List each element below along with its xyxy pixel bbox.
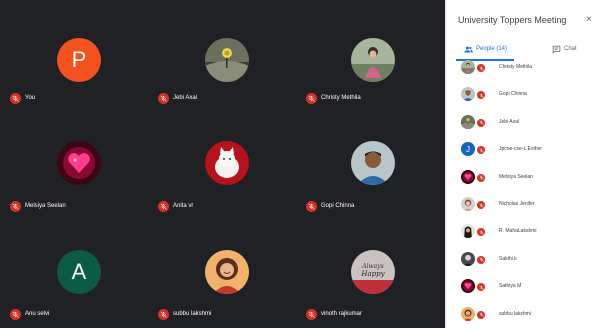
participant-tile[interactable]: A Anu selvi: [0, 216, 148, 324]
participant-avatar: P: [57, 38, 101, 82]
participant-tile[interactable]: Anita vr: [148, 108, 296, 216]
participant-avatar: A: [57, 250, 101, 294]
participant-row[interactable]: Gopi Chinna: [446, 83, 592, 105]
participant-tile[interactable]: Gopi Chinna: [296, 108, 444, 216]
participant-list-avatar: [461, 197, 475, 211]
participant-name: Christy Methila: [321, 95, 361, 101]
mic-off-icon: [158, 308, 169, 320]
meeting-title: University Toppers Meeting: [458, 15, 567, 25]
participant-row[interactable]: Sakthi.k: [446, 248, 592, 270]
participant-tile[interactable]: Jebi Axal: [148, 0, 296, 108]
participant-list-avatar: [461, 114, 475, 129]
participant-tile[interactable]: Always Happy vinoth rajkumar: [296, 216, 444, 324]
participant-tile[interactable]: Melsiya Seelan: [0, 108, 148, 216]
participant-name-tag: Gopi Chinna: [306, 200, 354, 212]
participant-list-name: Christy Methila: [499, 64, 533, 70]
participant-list-avatar: [461, 169, 475, 184]
participant-list-avatar: [461, 251, 475, 266]
participant-list-name: subbu lakshmi: [499, 310, 531, 317]
mic-off-icon: [477, 64, 485, 72]
participant-list-avatar: J: [461, 142, 475, 157]
participant-row[interactable]: Jebi Axal: [446, 111, 592, 133]
video-grid: P You Jebi Axal Christy Methila Melsiya …: [0, 0, 445, 328]
participant-list-avatar: [461, 224, 475, 239]
participant-name-tag: Christy Methila: [306, 92, 361, 104]
side-panel: University Toppers Meeting × People (14)…: [445, 0, 592, 328]
participant-name: subbu lakshmi: [173, 311, 212, 317]
participant-avatar: [351, 141, 395, 185]
participant-name-tag: Anu selvi: [10, 308, 49, 320]
participant-avatar: [351, 38, 395, 82]
participant-list-name: Jebi Axal: [499, 118, 520, 125]
mic-off-icon: [10, 92, 21, 104]
participant-list-name: Sakthi.k: [499, 255, 517, 262]
participant-tile[interactable]: subbu lakshmi: [148, 216, 296, 324]
participant-list-avatar: [461, 279, 475, 294]
participant-name-tag: You: [10, 92, 35, 104]
participant-name-tag: Anita vr: [158, 200, 193, 212]
svg-text:Happy: Happy: [360, 270, 385, 278]
svg-text:Always: Always: [361, 263, 383, 270]
mic-off-icon: [477, 146, 485, 155]
tab-chat-label: Chat: [564, 46, 577, 52]
mic-off-icon: [477, 91, 485, 100]
participant-name: Anu selvi: [25, 311, 50, 317]
participant-list-name: Gopi Chinna: [499, 91, 527, 98]
participant-list-avatar: [461, 60, 475, 74]
participant-tile[interactable]: P You: [0, 0, 148, 108]
participant-list-name: R. MahaLakshmi: [499, 228, 537, 235]
participant-name: Anita vr: [173, 203, 194, 209]
participant-name: You: [25, 95, 36, 101]
mic-off-icon: [477, 228, 485, 237]
mic-off-icon: [306, 92, 317, 104]
mic-off-icon: [306, 200, 317, 212]
participant-name: vinoth rajkumar: [321, 311, 363, 317]
chat-icon: [552, 45, 561, 54]
mic-off-icon: [158, 92, 169, 104]
participant-avatar: [205, 38, 249, 82]
participant-list-avatar: [461, 87, 475, 102]
mic-off-icon: [477, 255, 485, 264]
participant-list-avatar: [461, 306, 475, 321]
participant-name-tag: Jebi Axal: [158, 92, 197, 104]
participant-name: Gopi Chinna: [321, 203, 355, 209]
participant-list-name: Melsiya Seelan: [499, 173, 533, 180]
mic-off-icon: [10, 200, 21, 212]
tab-people-label: People (14): [476, 46, 508, 52]
participant-row[interactable]: Melsiya Seelan: [446, 166, 592, 188]
mic-off-icon: [477, 310, 485, 319]
mic-off-icon: [477, 118, 485, 127]
participant-avatar: [205, 141, 249, 185]
participant-list-name: Sathiya M: [499, 283, 522, 290]
mic-off-icon: [158, 200, 169, 212]
participant-avatar: [205, 250, 249, 294]
participant-row[interactable]: Christy Methila: [446, 56, 592, 78]
participant-avatar: Always Happy: [351, 250, 395, 294]
people-icon: [464, 46, 473, 52]
participant-row[interactable]: J Jpcoe-cse-L.Esther: [446, 138, 592, 160]
participant-tile[interactable]: Christy Methila: [296, 0, 444, 108]
participant-avatar: [57, 141, 101, 185]
participant-row[interactable]: subbu lakshmi: [446, 303, 592, 325]
participant-name: Jebi Axal: [173, 95, 198, 101]
participant-row[interactable]: Sathiya M: [446, 275, 592, 297]
participant-row[interactable]: R. MahaLakshmi: [446, 220, 592, 242]
participant-row[interactable]: Nicholas Jenifer: [446, 193, 592, 215]
participant-list-name: Nicholas Jenifer: [499, 201, 535, 207]
mic-off-icon: [477, 173, 485, 182]
participant-name-tag: Melsiya Seelan: [10, 200, 66, 212]
mic-off-icon: [477, 201, 485, 209]
mic-off-icon: [477, 283, 485, 292]
participant-list-name: Jpcoe-cse-L.Esther: [499, 146, 543, 153]
participant-name-tag: vinoth rajkumar: [306, 308, 362, 320]
close-icon[interactable]: ×: [586, 14, 592, 25]
mic-off-icon: [306, 308, 317, 320]
participant-name-tag: subbu lakshmi: [158, 308, 211, 320]
participant-name: Melsiya Seelan: [25, 203, 66, 209]
mic-off-icon: [10, 308, 21, 320]
